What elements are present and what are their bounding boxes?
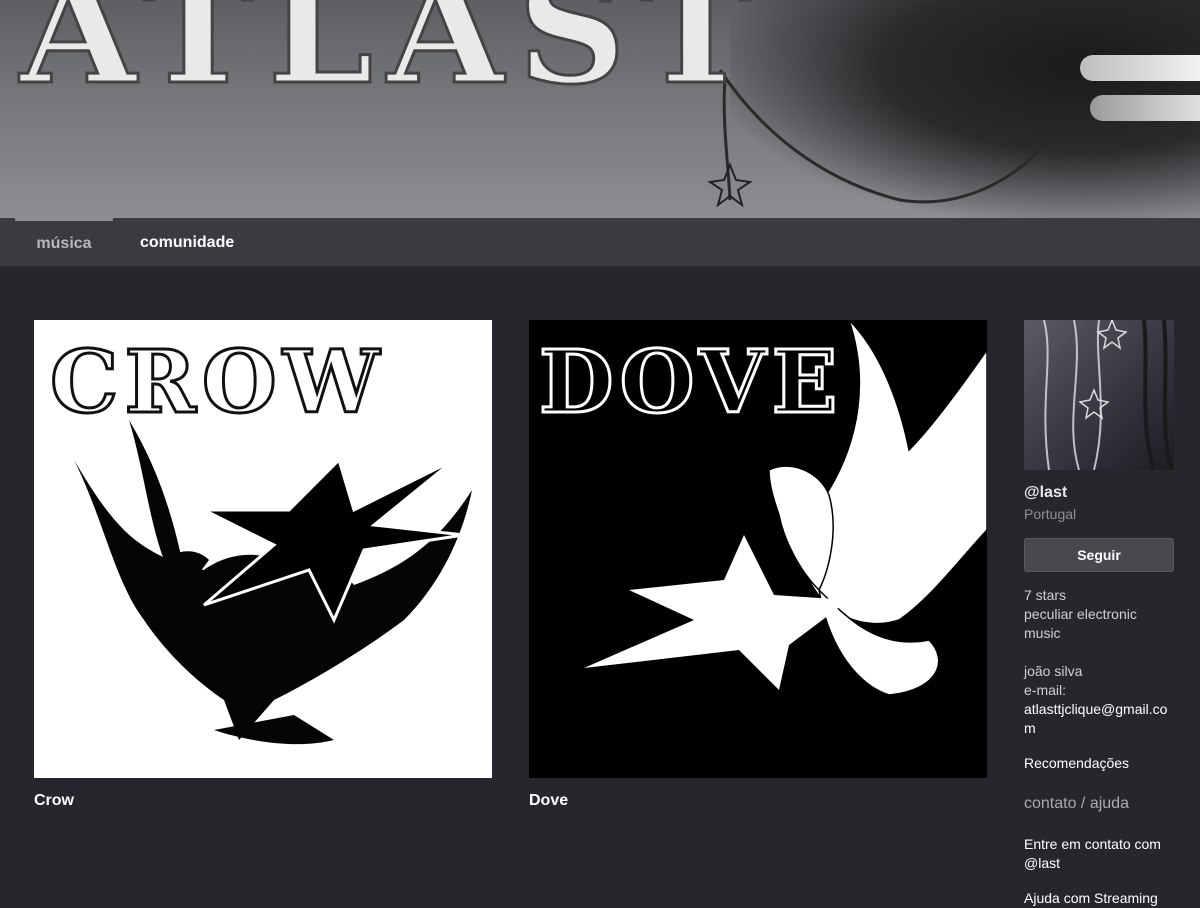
recommendations-link[interactable]: Recomendações [1024,755,1174,771]
contact-artist-link[interactable]: Entre em contato com @last [1024,835,1174,873]
cover-title-text: DOVE [539,332,843,433]
bio-line: 7 stars [1024,587,1067,603]
nav-bar: música comunidade [0,218,1200,266]
tab-comunidade[interactable]: comunidade [140,218,234,266]
header-banner: ATLAST [0,0,1200,218]
banner-chain [718,69,1042,204]
tab-musica[interactable]: música [15,218,113,269]
album-title[interactable]: Dove [529,792,987,810]
bio-email-label: e-mail: [1024,682,1067,698]
album-cover-dove[interactable]: DOVE [529,320,987,778]
banner-artwork: ATLAST [17,0,1042,208]
album-card[interactable]: CROW Crow [34,320,492,810]
artist-sidebar: @last Portugal Seguir 7 stars peculiar e… [1024,320,1174,906]
artist-photo[interactable] [1024,320,1174,470]
album-cover-crow[interactable]: CROW [34,320,492,778]
streaming-help-link[interactable]: Ajuda com Streaming [1024,890,1174,906]
cover-title-text: CROW [50,332,385,433]
follow-button[interactable]: Seguir [1024,538,1174,572]
bio-name: joão silva [1024,663,1083,679]
bio-line: peculiar electronic music [1024,606,1137,641]
bio-email[interactable]: atlasttjclique@gmail.com [1024,700,1174,738]
album-title[interactable]: Crow [34,792,492,810]
banner-logo: ATLAST [18,0,766,118]
album-card[interactable]: DOVE Dove [529,320,987,810]
artist-location: Portugal [1024,506,1077,522]
contact-heading: contato / ajuda [1024,795,1129,812]
artist-name[interactable]: @last [1024,484,1174,502]
